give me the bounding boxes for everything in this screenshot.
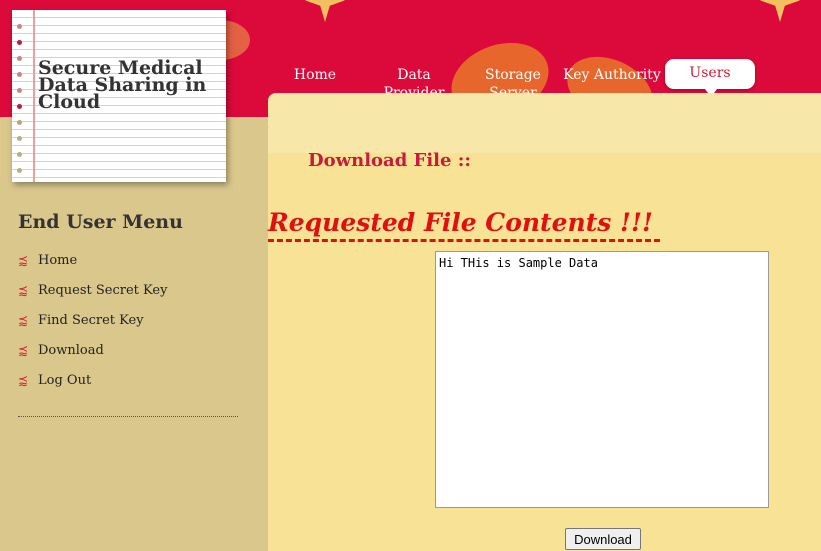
notebook-hole-icon <box>17 24 22 29</box>
arrow-bullet-icon: ⪷ <box>18 373 29 387</box>
notebook-hole-icon <box>17 72 22 77</box>
sidebar-item-home[interactable]: ⪷ Home <box>18 253 77 268</box>
nav-item-home[interactable]: Home <box>293 66 337 84</box>
sidebar <box>0 117 268 551</box>
download-button[interactable]: Download <box>565 528 641 550</box>
star-icon <box>760 0 800 22</box>
sidebar-divider <box>18 416 238 417</box>
notebook-hole-icon <box>17 136 22 141</box>
sidebar-item-log-out[interactable]: ⪷ Log Out <box>18 373 91 388</box>
page-title: Download File :: <box>308 150 472 171</box>
nav-item-key-authority[interactable]: Key Authority <box>563 66 661 84</box>
notebook-hole-icon <box>17 168 22 173</box>
file-contents-textarea[interactable]: Hi THis is Sample Data <box>435 251 769 508</box>
site-logo: Secure Medical Data Sharing in Cloud <box>12 10 226 182</box>
sidebar-item-label: Home <box>38 253 78 268</box>
arrow-bullet-icon: ⪷ <box>18 313 29 327</box>
sidebar-item-label: Download <box>38 343 104 358</box>
sidebar-item-download[interactable]: ⪷ Download <box>18 343 104 358</box>
site-title: Secure Medical Data Sharing in Cloud <box>38 57 207 113</box>
arrow-bullet-icon: ⪷ <box>18 253 29 267</box>
sidebar-item-request-secret-key[interactable]: ⪷ Request Secret Key <box>18 283 167 298</box>
arrow-bullet-icon: ⪷ <box>18 343 29 357</box>
file-contents-heading: Requested File Contents !!! <box>268 208 660 242</box>
notebook-hole-icon <box>17 56 22 61</box>
notebook-hole-icon <box>17 40 22 45</box>
sidebar-item-label: Find Secret Key <box>38 313 144 328</box>
notebook-hole-icon <box>17 120 22 125</box>
notebook-hole-icon <box>17 152 22 157</box>
content-header-band <box>268 93 821 153</box>
notebook-hole-icon <box>17 88 22 93</box>
nav-item-users[interactable]: Users <box>665 59 755 97</box>
sidebar-item-label: Request Secret Key <box>38 283 168 298</box>
notebook-hole-icon <box>17 104 22 109</box>
notebook-margin-line <box>33 10 35 182</box>
sidebar-title: End User Menu <box>18 211 183 233</box>
arrow-bullet-icon: ⪷ <box>18 283 29 297</box>
sidebar-item-label: Log Out <box>38 373 92 388</box>
star-icon <box>305 0 345 22</box>
sidebar-item-find-secret-key[interactable]: ⪷ Find Secret Key <box>18 313 144 328</box>
